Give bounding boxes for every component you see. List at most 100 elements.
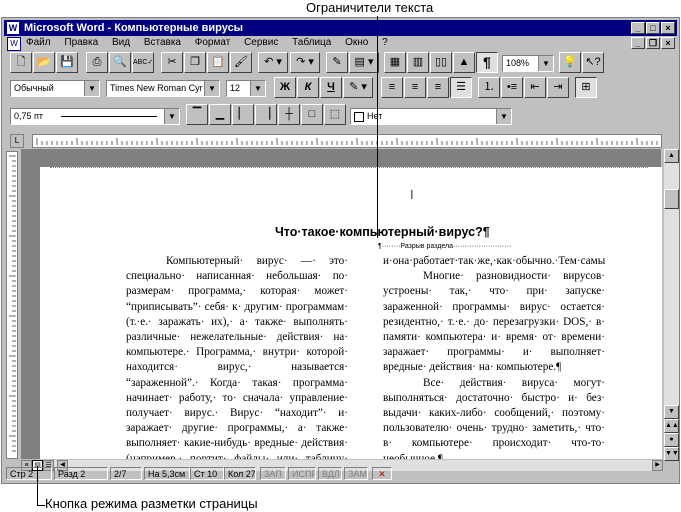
decrease-indent-button[interactable]: ⇤: [524, 77, 546, 98]
lightbulb-icon: 💡: [563, 56, 577, 68]
select-browse-button[interactable]: ●: [664, 433, 679, 447]
redo-button[interactable]: ↷ ▾: [290, 52, 320, 73]
line-width-select[interactable]: 0,75 пт ▼: [10, 108, 180, 125]
undo-button[interactable]: ↶ ▾: [258, 52, 288, 73]
format-painter-button[interactable]: 🖌: [230, 52, 252, 73]
font-size-select[interactable]: 12 ▼: [226, 80, 266, 97]
cut-button[interactable]: ✂: [161, 52, 183, 73]
bold-button[interactable]: Ж: [274, 77, 296, 98]
left-border-icon: ▏: [238, 108, 248, 120]
scroll-down-button[interactable]: ▼: [664, 405, 679, 419]
print-preview-button[interactable]: 🔍: [109, 52, 131, 73]
left-border-button[interactable]: ▏: [232, 104, 254, 125]
help-button[interactable]: ↖?: [582, 52, 604, 73]
scroll-up-button[interactable]: ▲: [664, 149, 679, 163]
save-button[interactable]: 💾: [56, 52, 78, 73]
underline-button[interactable]: Ч: [320, 77, 342, 98]
outside-border-button[interactable]: □: [301, 104, 323, 125]
spelling-status-icon[interactable]: ✕: [372, 467, 392, 480]
document-page[interactable]: I Что·такое·компьютерный·вирус?¶ ¶······…: [39, 167, 662, 459]
open-button[interactable]: 📂: [33, 52, 55, 73]
numbering-button[interactable]: ⒈: [478, 77, 500, 98]
menu-tools[interactable]: Сервис: [244, 37, 278, 48]
menu-view[interactable]: Вид: [112, 37, 130, 48]
status-extend-selection[interactable]: ВДЛ: [318, 467, 342, 480]
tip-wizard-button[interactable]: 💡: [559, 52, 581, 73]
bottom-border-button[interactable]: ▁: [209, 104, 231, 125]
previous-page-button[interactable]: ▲▲: [664, 419, 679, 433]
paste-button[interactable]: 📋: [207, 52, 229, 73]
bullets-button[interactable]: •≡: [501, 77, 523, 98]
print-button[interactable]: ⎙: [86, 52, 108, 73]
borders-button[interactable]: ⊞: [575, 77, 597, 98]
vertical-ruler[interactable]: [6, 151, 18, 459]
close-button[interactable]: ×: [661, 22, 675, 34]
menu-help[interactable]: ?: [382, 37, 388, 48]
next-page-button[interactable]: ▼▼: [664, 447, 679, 461]
double-arrow-down-icon: ▼▼: [665, 450, 679, 457]
address-book-button[interactable]: ▤ ▾: [349, 52, 379, 73]
doc-restore-button[interactable]: ❐: [646, 37, 660, 49]
word-window: W Microsoft Word - Компьютерные вирусы _…: [1, 17, 680, 484]
columns-icon: ▯▯: [434, 56, 448, 68]
inside-border-button[interactable]: ┼: [278, 104, 300, 125]
top-border-icon: ▔: [192, 108, 202, 120]
spelling-check-icon: ABC✓: [133, 59, 154, 66]
increase-indent-button[interactable]: ⇥: [547, 77, 569, 98]
spelling-button[interactable]: ABC✓: [132, 52, 154, 73]
doc-minimize-button[interactable]: _: [631, 37, 645, 49]
redo-icon: ↷ ▾: [296, 56, 314, 68]
menu-insert[interactable]: Вставка: [144, 37, 181, 48]
decrease-indent-icon: ⇤: [530, 81, 540, 93]
no-border-button[interactable]: ⬚: [324, 104, 346, 125]
menu-edit[interactable]: Правка: [64, 37, 98, 48]
align-center-button[interactable]: ≡: [404, 77, 426, 98]
right-border-button[interactable]: ▕: [255, 104, 277, 125]
scroll-thumb[interactable]: [664, 189, 679, 209]
insert-excel-button[interactable]: ▥: [407, 52, 429, 73]
paragraph: Все· действия· вируса· могут· выполнятьс…: [383, 376, 605, 459]
chevron-down-icon: ▼: [84, 81, 99, 96]
insert-table-button[interactable]: ▦: [384, 52, 406, 73]
align-left-button[interactable]: ≡: [381, 77, 403, 98]
highlight-button[interactable]: ✎ ▾: [343, 77, 373, 98]
shading-select[interactable]: Нет ▼: [350, 108, 512, 125]
menu-table[interactable]: Таблица: [292, 37, 331, 48]
menu-file[interactable]: Файл: [26, 37, 51, 48]
align-right-icon: ≡: [434, 81, 442, 93]
outside-border-icon: □: [308, 108, 316, 120]
show-hide-button[interactable]: ¶: [476, 52, 498, 73]
drawing-button[interactable]: ▲: [453, 52, 475, 73]
scissors-icon: ✂: [167, 56, 177, 68]
text-boundary-top: [50, 167, 648, 169]
autoformat-button[interactable]: ✎: [326, 52, 348, 73]
new-document-button[interactable]: 🗋: [10, 52, 32, 73]
font-select[interactable]: Times New Roman Cyr ▼: [106, 80, 220, 97]
menu-format[interactable]: Формат: [195, 37, 231, 48]
copy-button[interactable]: ❐: [184, 52, 206, 73]
status-track-changes[interactable]: ИСПР: [288, 467, 316, 480]
numbered-list-icon: ⒈: [483, 81, 495, 93]
document-area[interactable]: I Что·такое·компьютерный·вирус?¶ ¶······…: [21, 149, 662, 459]
status-macro-record[interactable]: ЗАП: [260, 467, 286, 480]
bulleted-list-icon: •≡: [506, 81, 518, 93]
ruler-corner-button[interactable]: L: [10, 134, 24, 148]
pilcrow-icon: ¶: [483, 54, 491, 70]
style-select[interactable]: Обычный ▼: [10, 80, 100, 97]
minimize-button[interactable]: _: [631, 22, 645, 34]
zoom-select[interactable]: 108% ▼: [502, 55, 554, 72]
top-border-button[interactable]: ▔: [186, 104, 208, 125]
paragraph: и·она·работает·так·же,·как·обычно.·Тем·с…: [383, 255, 605, 267]
document-icon[interactable]: W: [7, 37, 21, 51]
status-overtype[interactable]: ЗАМ: [344, 467, 368, 480]
doc-close-button[interactable]: ×: [661, 37, 675, 49]
align-right-button[interactable]: ≡: [427, 77, 449, 98]
justify-button[interactable]: ☰: [450, 77, 472, 98]
horizontal-ruler[interactable]: [32, 134, 662, 148]
vertical-scrollbar[interactable]: ▲ ▼ ▲▲ ● ▼▼: [664, 149, 679, 461]
italic-button[interactable]: К: [297, 77, 319, 98]
menu-window[interactable]: Окно: [345, 37, 368, 48]
maximize-button[interactable]: □: [646, 22, 660, 34]
open-folder-icon: 📂: [37, 56, 51, 68]
columns-button[interactable]: ▯▯: [430, 52, 452, 73]
